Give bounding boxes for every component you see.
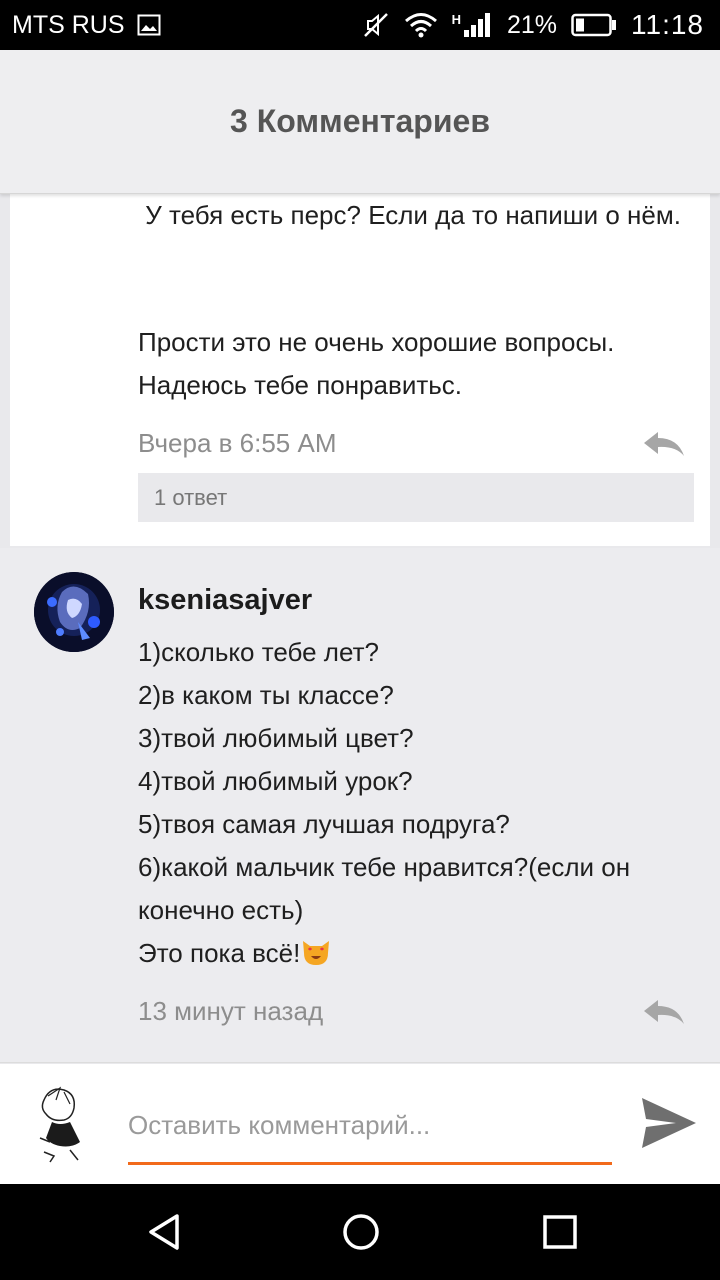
mute-icon [363, 13, 388, 37]
signal-icon [463, 13, 490, 37]
network-type: H [451, 12, 461, 27]
home-icon[interactable] [341, 1212, 381, 1252]
comment-line: 2)в каком ты классе? [138, 680, 394, 710]
comment-line: 5)твоя самая лучшая подруга? [138, 809, 510, 839]
comment-card: У тебя есть перс? Если да то напиши о нё… [10, 194, 710, 546]
comment-paragraph: У тебя есть перс? Если да то напиши о нё… [138, 200, 681, 230]
comment-username[interactable]: kseniasajver [138, 584, 312, 617]
send-icon[interactable] [640, 1094, 698, 1152]
comment-line: 6)какой мальчик тебе нравится?(если он к… [138, 852, 631, 925]
user-avatar [30, 1082, 90, 1166]
reply-icon[interactable] [642, 998, 686, 1026]
battery-percent: 21% [506, 10, 557, 39]
battery-icon [571, 13, 616, 37]
status-bar: MTS RUS H 21% 11:18 [0, 0, 720, 50]
input-underline [128, 1162, 612, 1165]
avatar-image [34, 572, 114, 652]
back-icon[interactable] [145, 1212, 185, 1252]
comment-body: 1)сколько тебе лет? 2)в каком ты классе?… [138, 631, 698, 975]
comment-input-bar [0, 1064, 720, 1184]
comment-timestamp: 13 минут назад [138, 996, 324, 1026]
recents-icon[interactable] [540, 1212, 580, 1252]
replies-label: 1 ответ [154, 484, 228, 510]
comment-line: 3)твой любимый цвет? [138, 723, 414, 753]
wifi-icon [404, 13, 437, 38]
comment-paragraph: Прости это не очень хорошие вопросы. Над… [138, 327, 615, 400]
navigation-bar [0, 1184, 720, 1280]
comment-line: Это пока всё! [138, 938, 301, 968]
comments-header: 3 Комментариев [0, 50, 720, 194]
avatar[interactable] [34, 572, 114, 652]
comment-timestamp: Вчера в 6:55 AM [138, 428, 337, 458]
comment-line: 4)твой любимый урок? [138, 766, 413, 796]
page-title: 3 Комментариев [230, 103, 490, 139]
heart-eyes-cat-icon [303, 941, 330, 965]
comment-line: 1)сколько тебе лет? [138, 637, 379, 667]
clock: 11:18 [631, 9, 704, 40]
replies-button[interactable]: 1 ответ [138, 473, 694, 522]
comment-card: kseniasajver 1)сколько тебе лет? 2)в как… [0, 548, 720, 1063]
comment-line-with-emoji: Это пока всё! [138, 932, 698, 975]
image-icon [137, 14, 160, 36]
carrier-label: MTS RUS [12, 10, 125, 39]
comment-input[interactable] [128, 1100, 612, 1150]
reply-icon[interactable] [642, 430, 686, 458]
